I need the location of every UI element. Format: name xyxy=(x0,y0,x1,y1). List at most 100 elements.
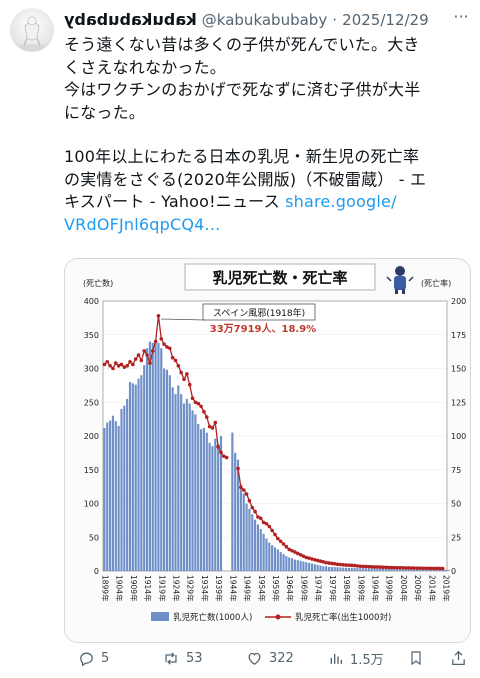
bar xyxy=(333,567,336,571)
rate-point xyxy=(253,509,257,514)
rate-point xyxy=(284,544,289,549)
bar xyxy=(370,568,373,571)
reply-button[interactable]: 5 xyxy=(78,646,109,670)
rate-point xyxy=(264,521,269,526)
tweet-line: 今はワクチンのおかげで死なずに済む子供が大半 xyxy=(64,80,421,99)
share-icon xyxy=(452,650,465,666)
x-tick-label: 1934年 xyxy=(200,575,210,602)
bar xyxy=(339,567,342,571)
article-line: キスパート - Yahoo!ニュース xyxy=(64,192,286,211)
article-link-continued[interactable]: VRdOFJnl6qpCQ4... xyxy=(64,215,220,234)
rate-point xyxy=(136,353,141,357)
bar xyxy=(117,425,120,572)
x-tick-label: 1939年 xyxy=(214,575,224,602)
bar xyxy=(180,394,183,571)
like-button[interactable]: 322 xyxy=(246,646,294,670)
bookmark-icon xyxy=(411,651,421,666)
bar xyxy=(353,568,356,571)
bar xyxy=(205,432,208,572)
bar xyxy=(256,524,260,571)
separator-dot: · xyxy=(332,11,338,29)
rate-point xyxy=(102,362,107,367)
tweet-header: kabukabubaby @kabukabubaby · 2025/12/29 xyxy=(64,10,464,32)
bar xyxy=(276,549,279,571)
x-tick-label: 2009年 xyxy=(413,575,423,602)
y-tick-label: 400 xyxy=(84,297,99,306)
rate-point xyxy=(236,466,240,471)
bar xyxy=(273,547,277,572)
bar xyxy=(356,568,359,571)
bar xyxy=(327,566,331,571)
bar xyxy=(109,420,112,571)
rate-point xyxy=(111,366,115,371)
rate-point xyxy=(153,339,158,344)
y-tick-label: 200 xyxy=(84,432,99,441)
tweet-line: くさえなれなかった。 xyxy=(64,57,227,77)
x-tick-label: 1919年 xyxy=(157,575,167,602)
bar xyxy=(330,566,333,571)
bar xyxy=(381,568,385,571)
rate-point xyxy=(267,524,272,529)
bar xyxy=(194,414,197,571)
bar xyxy=(251,514,254,571)
bar xyxy=(242,493,245,572)
bar xyxy=(134,384,137,571)
bar xyxy=(140,375,143,571)
bar xyxy=(123,405,126,572)
rate-point xyxy=(190,396,195,400)
x-tick-label: 1969年 xyxy=(299,575,309,602)
rate-point xyxy=(281,542,286,546)
y2-tick-label: 25 xyxy=(451,533,461,542)
rate-point xyxy=(276,536,280,541)
y-tick-label: 0 xyxy=(94,567,99,576)
rate-point xyxy=(210,426,215,430)
bar xyxy=(268,542,271,571)
bar xyxy=(191,410,194,571)
bar xyxy=(447,569,450,571)
repost-icon xyxy=(165,651,177,665)
bar xyxy=(120,409,123,571)
rate-point xyxy=(216,445,220,449)
bar xyxy=(290,558,294,571)
bar xyxy=(245,503,248,571)
bar xyxy=(197,423,200,571)
post-date[interactable]: 2025/12/29 xyxy=(342,11,428,29)
bar xyxy=(239,484,242,571)
rate-point xyxy=(270,528,274,533)
article-link[interactable]: share.google/ xyxy=(285,192,397,211)
bar xyxy=(259,529,262,571)
bar xyxy=(262,533,265,572)
x-tick-label: 1954年 xyxy=(257,575,267,602)
bar xyxy=(359,568,362,571)
article-line: 100年以上にわたる日本の乳児・新生児の死亡率 xyxy=(64,147,420,166)
avatar[interactable] xyxy=(10,8,54,52)
bar xyxy=(160,348,163,571)
bar xyxy=(322,566,325,571)
rate-point xyxy=(185,372,189,376)
bar xyxy=(376,568,379,571)
bar xyxy=(367,568,370,571)
rate-point xyxy=(156,314,161,318)
bar xyxy=(384,568,387,571)
rate-point xyxy=(105,359,110,364)
bar xyxy=(185,398,188,572)
share-button[interactable] xyxy=(450,646,467,670)
display-name[interactable]: kabukabubaby xyxy=(64,10,197,29)
bar xyxy=(373,568,376,571)
bar xyxy=(316,564,319,571)
views-button[interactable]: 1.5万 xyxy=(328,646,384,670)
more-options-icon[interactable]: ··· xyxy=(450,9,472,30)
repost-count: 53 xyxy=(186,650,203,666)
bar xyxy=(282,554,285,572)
user-handle[interactable]: @kabukabubaby xyxy=(202,11,327,29)
attached-image[interactable]: 乳児死亡数・死亡率 (死亡数) (死亡率) 0 50 100 150 200 250 300… xyxy=(64,258,471,643)
bar xyxy=(202,427,206,571)
bar xyxy=(288,557,291,571)
bar xyxy=(296,560,299,571)
bar xyxy=(248,508,251,571)
bar xyxy=(106,422,109,571)
bookmark-button[interactable] xyxy=(408,646,424,670)
repost-button[interactable]: 53 xyxy=(162,646,203,670)
legend-bar-label: 乳児死亡数(1000人) xyxy=(173,612,252,623)
bar xyxy=(444,569,447,571)
